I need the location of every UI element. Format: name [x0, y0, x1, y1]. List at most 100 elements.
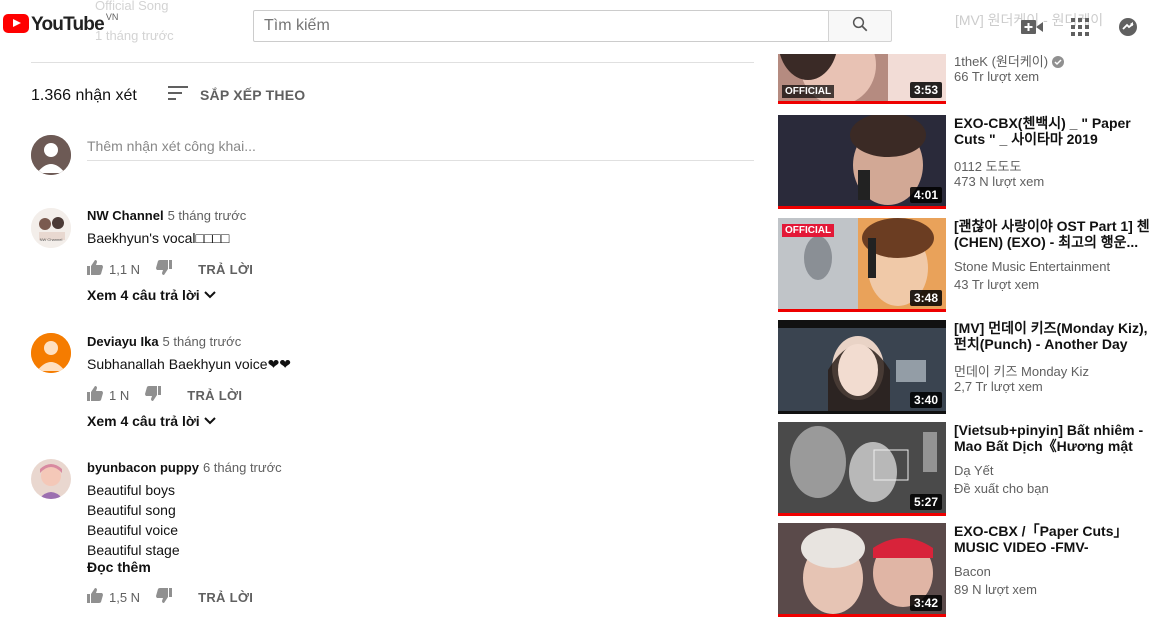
- video-views: 89 N lượt xem: [954, 582, 1037, 597]
- watched-progress-bar: [778, 513, 946, 516]
- comment-author-name[interactable]: NW Channel: [87, 208, 164, 223]
- comment-author-name[interactable]: byunbacon puppy: [87, 460, 199, 475]
- video-views: 2,7 Tr lượt xem: [954, 379, 1043, 394]
- video-thumbnail[interactable]: 4:01: [778, 115, 946, 209]
- video-thumbnail[interactable]: 3:40: [778, 320, 946, 414]
- view-replies-label: Xem 4 câu trả lời: [87, 287, 200, 303]
- video-views: 66 Tr lượt xem: [954, 69, 1040, 84]
- apps-grid-icon[interactable]: [1068, 15, 1092, 39]
- sort-label: SẮP XẾP THEO: [200, 86, 306, 103]
- related-video[interactable]: OFFICIAL 3:48 [괜찮아 사랑이야 OST Part 1] 첸 (C…: [778, 218, 1167, 314]
- current-user-avatar: [31, 135, 71, 175]
- comment-author-avatar[interactable]: [31, 333, 71, 373]
- search-button[interactable]: [828, 10, 892, 42]
- logo-country-code: VN: [105, 12, 119, 22]
- video-views: 473 N lượt xem: [954, 174, 1045, 189]
- comment-text-line: Beautiful boys: [87, 482, 175, 498]
- video-duration: 3:40: [909, 392, 942, 408]
- related-video[interactable]: 5:27 [Vietsub+pinyin] Bất nhiêm - Mao Bấ…: [778, 422, 1167, 518]
- create-video-icon[interactable]: [1020, 15, 1044, 39]
- related-video[interactable]: 3:40 [MV] 먼데이 키즈(Monday Kiz), 펀치(Punch) …: [778, 320, 1167, 416]
- video-channel[interactable]: Dạ Yết: [954, 463, 994, 478]
- comment-count: 1.366 nhận xét: [31, 87, 137, 104]
- related-video[interactable]: 4:01 EXO-CBX(첸백시) _ " Paper Cuts " _ 사이타…: [778, 115, 1167, 211]
- comment-author-name[interactable]: Deviayu Ika: [87, 334, 159, 349]
- view-replies-button[interactable]: Xem 4 câu trả lời: [87, 287, 217, 303]
- search-icon: [851, 15, 869, 38]
- youtube-play-icon: [3, 14, 29, 33]
- comment-timestamp[interactable]: 5 tháng trước: [168, 208, 247, 223]
- video-channel[interactable]: 먼데이 키즈 Monday Kiz: [954, 361, 1089, 380]
- reply-button[interactable]: TRẢ LỜI: [187, 388, 242, 403]
- video-title[interactable]: [괜찮아 사랑이야 OST Part 1] 첸 (CHEN) (EXO) - 최…: [954, 218, 1159, 250]
- video-title[interactable]: [Vietsub+pinyin] Bất nhiêm - Mao Bất Dịc…: [954, 422, 1159, 454]
- comment-author-avatar[interactable]: NW Channel: [31, 208, 71, 248]
- video-title[interactable]: EXO-CBX /「Paper Cuts」 MUSIC VIDEO -FMV-: [954, 523, 1159, 555]
- video-title[interactable]: EXO-CBX(첸백시) _ " Paper Cuts " _ 사이타마 201…: [954, 115, 1159, 147]
- chevron-down-icon: [200, 413, 217, 429]
- watched-progress-bar: [778, 309, 946, 312]
- like-count: 1,5 N: [109, 589, 141, 605]
- comment-author-avatar[interactable]: [31, 459, 71, 499]
- sort-button[interactable]: SẮP XẾP THEO: [168, 86, 305, 103]
- svg-text:NW Channel: NW Channel: [40, 237, 63, 242]
- share-messages-icon[interactable]: [1116, 15, 1140, 39]
- comment-timestamp[interactable]: 5 tháng trước: [163, 334, 242, 349]
- masthead: YouTube VN Official Song 1 tháng trước […: [0, 0, 1167, 54]
- logo-text: YouTube: [31, 14, 105, 35]
- video-duration: 3:42: [909, 595, 942, 611]
- watched-progress-bar: [778, 101, 946, 104]
- video-channel[interactable]: Stone Music Entertainment: [954, 259, 1110, 274]
- like-icon[interactable]: [87, 260, 103, 278]
- video-channel[interactable]: 0112 도도도: [954, 156, 1021, 175]
- view-replies-label: Xem 4 câu trả lời: [87, 413, 200, 429]
- video-views: Đề xuất cho bạn: [954, 481, 1049, 496]
- comment-text-line: Beautiful stage: [87, 542, 180, 558]
- video-thumbnail[interactable]: OFFICIAL 3:48: [778, 218, 946, 312]
- video-duration: 4:01: [909, 187, 942, 203]
- search-input[interactable]: [254, 11, 828, 41]
- official-badge: OFFICIAL: [782, 224, 835, 237]
- sort-icon: [168, 86, 200, 103]
- faded-background-text: 1 tháng trước: [95, 28, 174, 43]
- comment-author[interactable]: Deviayu Ika 5 tháng trước: [87, 334, 241, 349]
- thumbnail-bottom-bar: [778, 411, 946, 414]
- video-duration: 3:48: [909, 290, 942, 306]
- comment-actions: 1,1 N TRẢ LỜI: [87, 260, 253, 278]
- video-channel[interactable]: Bacon: [954, 564, 991, 579]
- like-count: 1,1 N: [109, 261, 141, 277]
- video-views: 43 Tr lượt xem: [954, 277, 1040, 292]
- chevron-down-icon: [200, 287, 217, 303]
- verified-icon: [1051, 56, 1064, 71]
- video-thumbnail[interactable]: 5:27: [778, 422, 946, 516]
- video-title[interactable]: [MV] 먼데이 키즈(Monday Kiz), 펀치(Punch) - Ano…: [954, 320, 1159, 352]
- like-count: 1 N: [109, 387, 130, 403]
- video-channel-name[interactable]: 1theK (원더케이): [954, 54, 1048, 69]
- video-channel[interactable]: 1theK (원더케이): [954, 51, 1064, 71]
- faded-background-text: Official Song: [95, 0, 169, 13]
- read-more-link[interactable]: Đọc thêm: [87, 559, 151, 575]
- comment-author[interactable]: NW Channel 5 tháng trước: [87, 208, 246, 223]
- section-divider: [31, 62, 754, 63]
- like-icon[interactable]: [87, 386, 103, 404]
- dislike-icon[interactable]: [145, 386, 162, 404]
- comment-text-line: Beautiful voice: [87, 522, 179, 538]
- comment-text-line: Beautiful song: [87, 502, 176, 518]
- add-comment-input[interactable]: Thêm nhận xét công khai...: [87, 136, 754, 161]
- dislike-icon[interactable]: [156, 260, 173, 278]
- video-duration: 5:27: [909, 494, 942, 510]
- official-badge: OFFICIAL: [782, 85, 835, 98]
- related-video[interactable]: 3:42 EXO-CBX /「Paper Cuts」 MUSIC VIDEO -…: [778, 523, 1167, 617]
- like-icon[interactable]: [87, 588, 103, 606]
- comment-actions: 1,5 N TRẢ LỜI: [87, 588, 253, 606]
- comment-actions: 1 N TRẢ LỜI: [87, 386, 242, 404]
- comment-timestamp[interactable]: 6 tháng trước: [203, 460, 282, 475]
- comment-text: Subhanallah Baekhyun voice❤❤: [87, 356, 292, 372]
- video-thumbnail[interactable]: 3:42: [778, 523, 946, 617]
- reply-button[interactable]: TRẢ LỜI: [198, 262, 253, 277]
- dislike-icon[interactable]: [156, 588, 173, 606]
- reply-button[interactable]: TRẢ LỜI: [198, 590, 253, 605]
- view-replies-button[interactable]: Xem 4 câu trả lời: [87, 413, 217, 429]
- comment-author[interactable]: byunbacon puppy 6 tháng trước: [87, 460, 282, 475]
- search-box[interactable]: [253, 10, 829, 42]
